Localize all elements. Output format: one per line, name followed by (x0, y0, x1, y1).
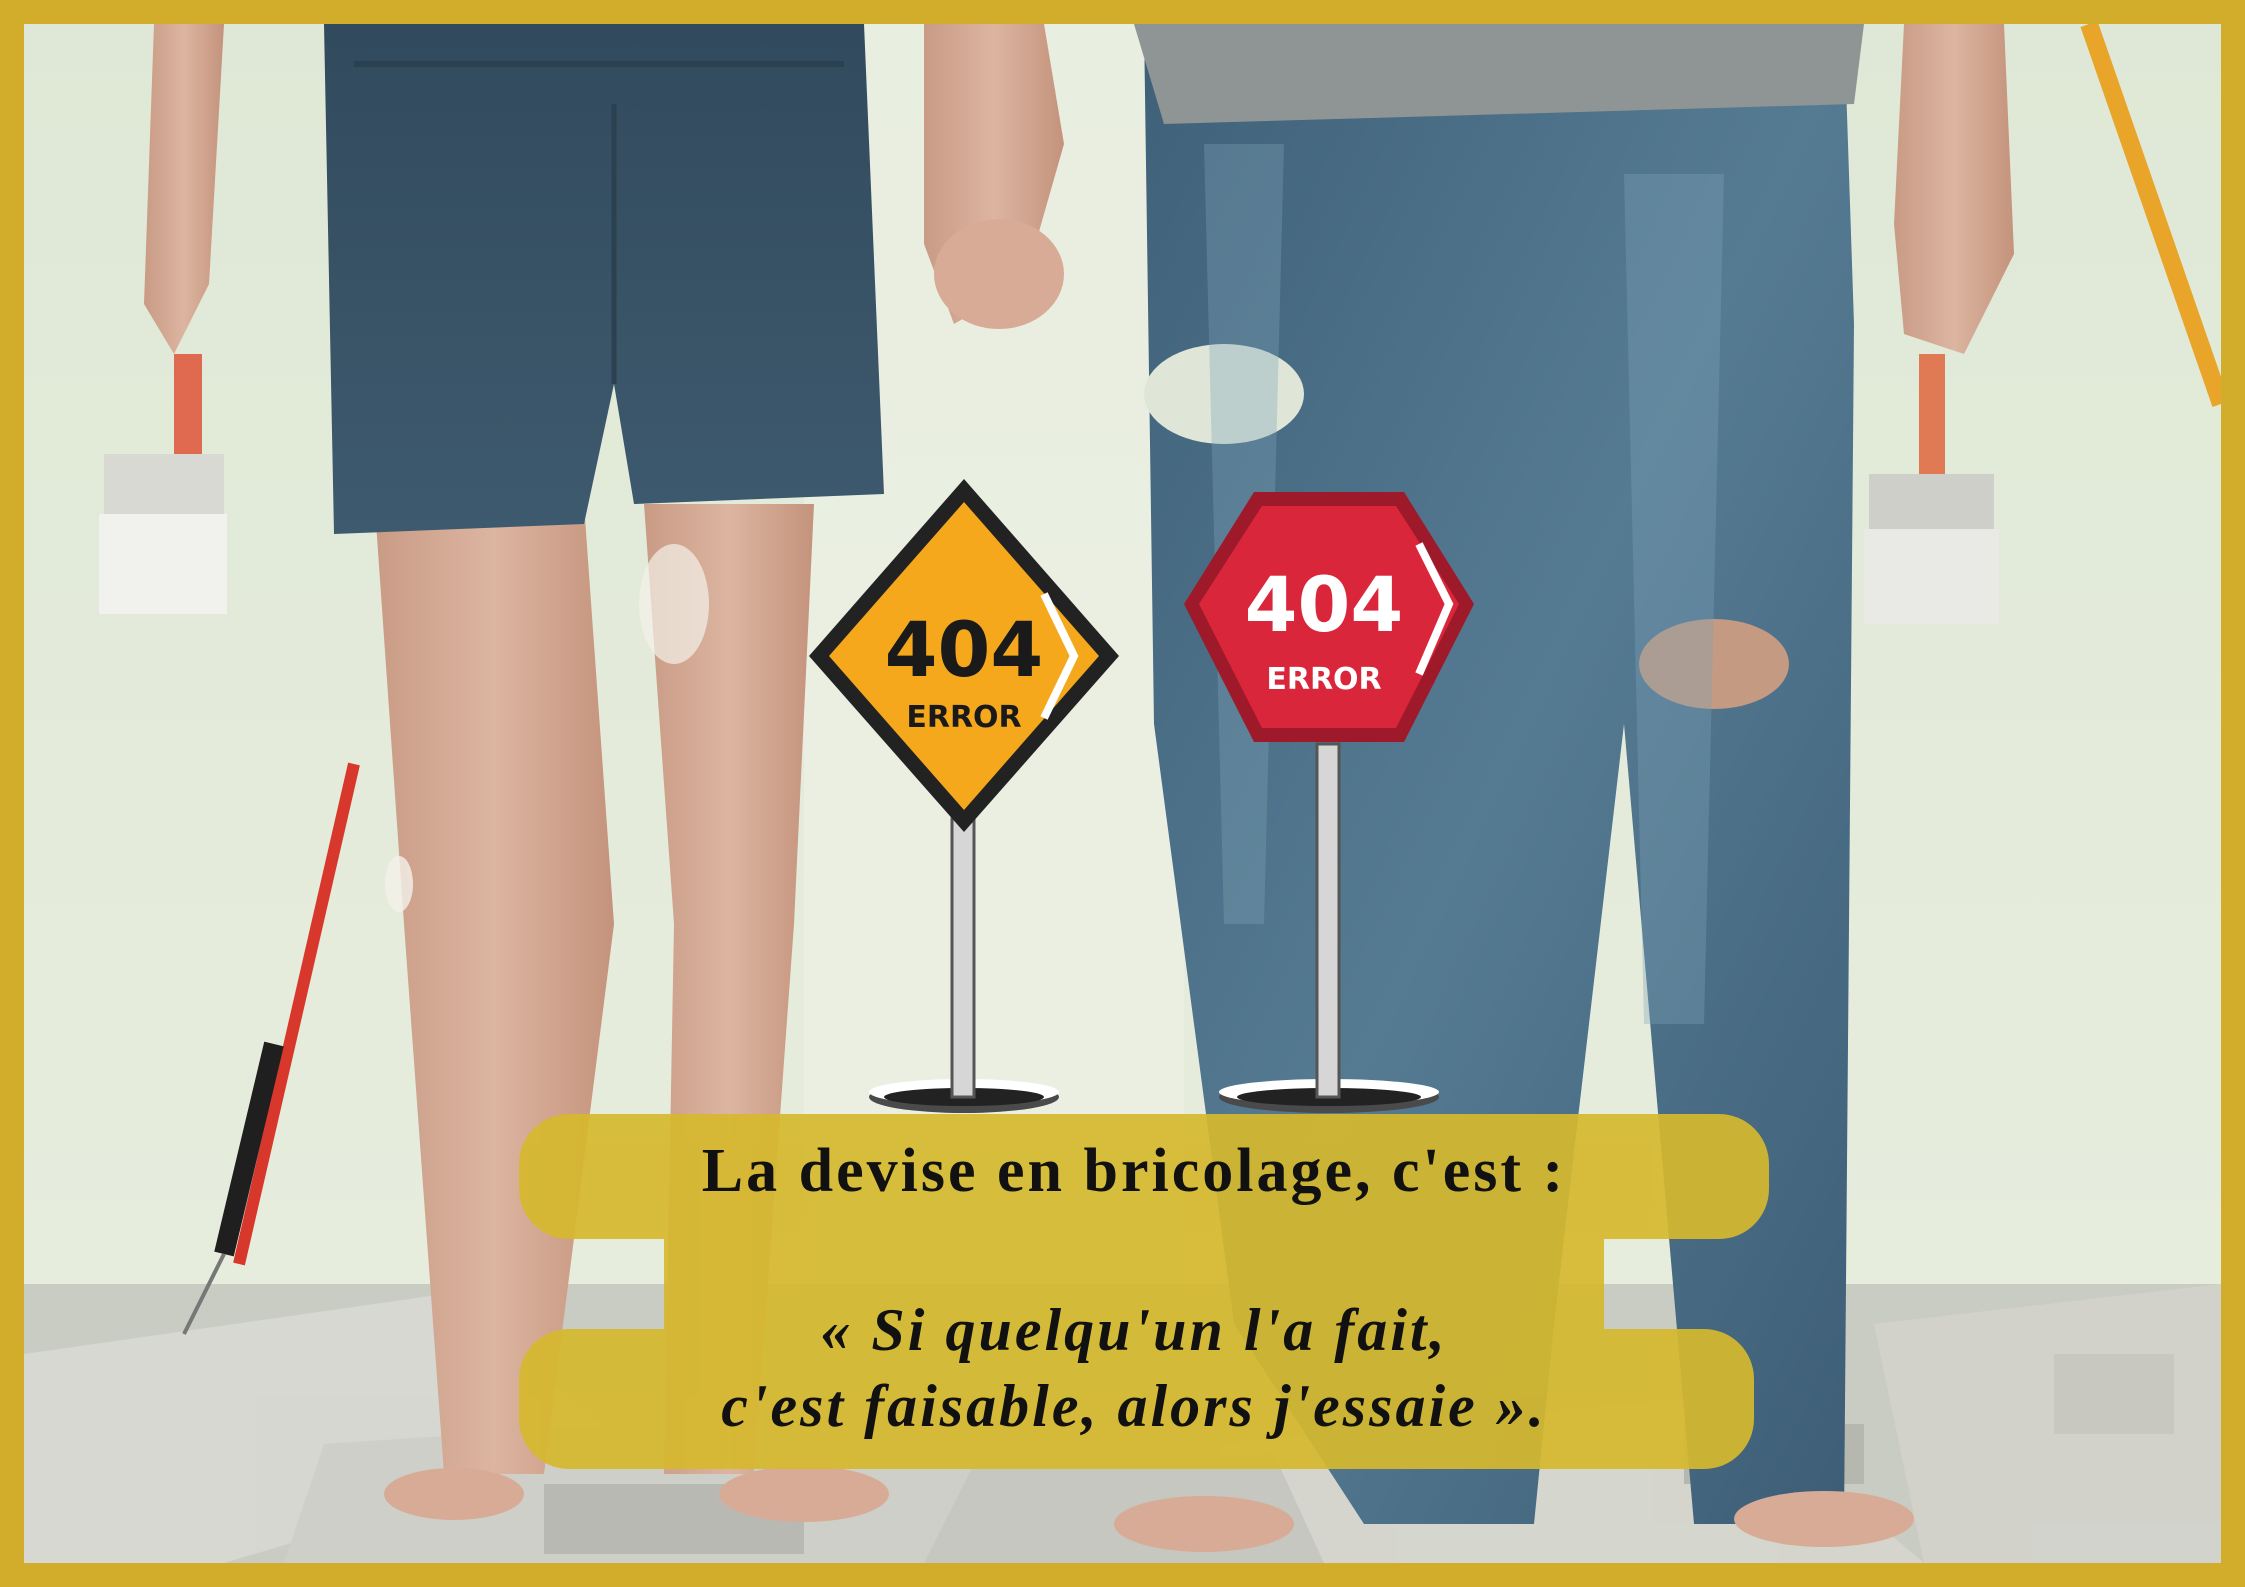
holding-hands (924, 24, 1064, 329)
poster-frame: 404 ERROR 404 ERROR La devise en bricola… (0, 0, 2245, 1587)
caption-band (519, 1114, 1769, 1469)
diy-couple-photo: 404 ERROR 404 ERROR (24, 24, 2221, 1563)
red-sign-number: 404 (1245, 560, 1404, 649)
yellow-sign-word: ERROR (906, 700, 1021, 735)
red-sign-word: ERROR (1266, 662, 1381, 697)
yellow-sign-number: 404 (885, 605, 1044, 694)
